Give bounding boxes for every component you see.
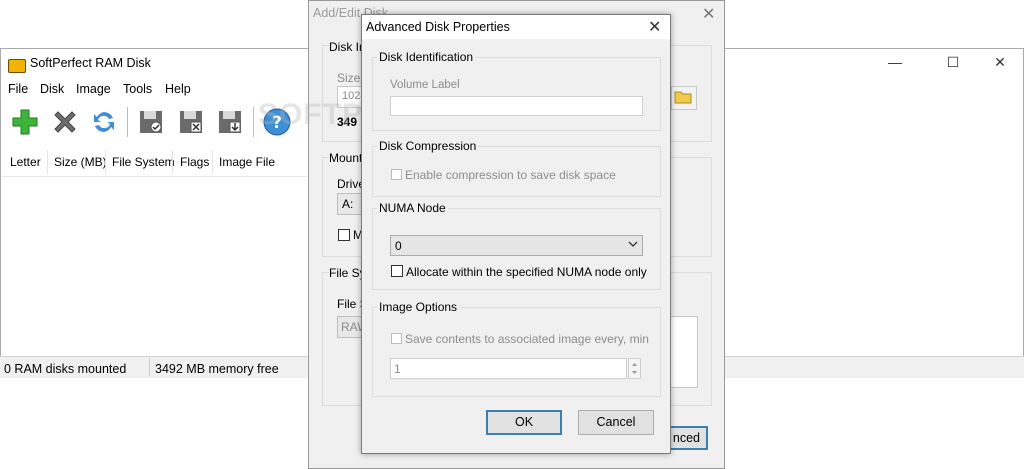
toolbar-separator	[253, 107, 254, 137]
spinner-arrows-icon	[632, 363, 637, 374]
numa-node-title: NUMA Node	[377, 201, 448, 215]
save-interval-input[interactable]	[390, 358, 627, 379]
save-interval-value: 1	[394, 362, 401, 376]
app-icon	[8, 59, 26, 73]
numa-node-select[interactable]	[390, 235, 643, 256]
folder-icon	[674, 91, 692, 104]
cancel-button[interactable]: Cancel	[578, 410, 654, 435]
menu-disk[interactable]: Disk	[40, 82, 64, 96]
menu-help[interactable]: Help	[165, 82, 191, 96]
remove-image-icon[interactable]	[175, 106, 207, 138]
drive-value: A:	[342, 197, 354, 211]
add-disk-icon[interactable]	[9, 106, 41, 138]
image-options-title: Image Options	[377, 300, 460, 314]
maximize-button[interactable]: ☐	[943, 54, 963, 72]
disk-compression-title: Disk Compression	[377, 139, 479, 153]
volume-label-input[interactable]	[390, 96, 643, 116]
numa-allocate-label: Allocate within the specified NUMA node …	[406, 265, 647, 279]
column-divider[interactable]	[47, 150, 48, 174]
col-file-system[interactable]: File System	[112, 155, 175, 169]
save-contents-label: Save contents to associated image every,…	[405, 332, 649, 346]
minimize-button[interactable]: —	[885, 54, 905, 72]
mount-group-title: Mount	[329, 151, 363, 165]
add-edit-close-button[interactable]: ✕	[702, 4, 715, 24]
save-contents-checkbox[interactable]	[391, 333, 402, 344]
col-size[interactable]: Size (MB)	[54, 155, 107, 169]
disk-identification-group	[372, 57, 661, 131]
column-divider[interactable]	[105, 150, 106, 174]
interval-spinner[interactable]	[628, 358, 641, 379]
menu-image[interactable]: Image	[76, 82, 111, 96]
column-divider[interactable]	[172, 150, 173, 174]
browse-button[interactable]	[671, 86, 697, 110]
main-window-title: SoftPerfect RAM Disk	[30, 56, 151, 70]
numa-node-value: 0	[395, 239, 402, 253]
mount-checkbox[interactable]	[338, 229, 350, 241]
chevron-down-icon[interactable]	[628, 238, 638, 252]
disk-identification-title: Disk Identification	[377, 50, 476, 64]
refresh-icon[interactable]	[88, 106, 120, 138]
menu-file[interactable]: File	[8, 82, 28, 96]
advanced-close-button[interactable]: ✕	[648, 17, 661, 37]
toolbar-separator	[127, 107, 128, 137]
remove-disk-icon[interactable]	[49, 106, 81, 138]
advanced-dialog-title: Advanced Disk Properties	[366, 20, 510, 34]
col-letter[interactable]: Letter	[10, 155, 41, 169]
status-disks-mounted: 0 RAM disks mounted	[4, 362, 127, 376]
menu-tools[interactable]: Tools	[123, 82, 152, 96]
close-button[interactable]: ✕	[990, 54, 1010, 72]
col-image-file[interactable]: Image File	[219, 155, 275, 169]
compression-checkbox-label: Enable compression to save disk space	[405, 168, 616, 182]
image-options-group	[372, 307, 661, 397]
disk-list[interactable]	[2, 178, 307, 354]
col-flags[interactable]: Flags	[180, 155, 209, 169]
numa-allocate-checkbox[interactable]	[391, 265, 403, 277]
status-divider	[149, 358, 150, 376]
column-divider[interactable]	[212, 150, 213, 174]
save-image-icon[interactable]	[135, 106, 167, 138]
ok-button[interactable]: OK	[486, 410, 562, 435]
status-memory-free: 3492 MB memory free	[155, 362, 279, 376]
size-label: Size	[337, 71, 361, 85]
compression-checkbox[interactable]	[391, 169, 402, 180]
volume-label-caption: Volume Label	[390, 79, 460, 91]
load-image-icon[interactable]	[214, 106, 246, 138]
